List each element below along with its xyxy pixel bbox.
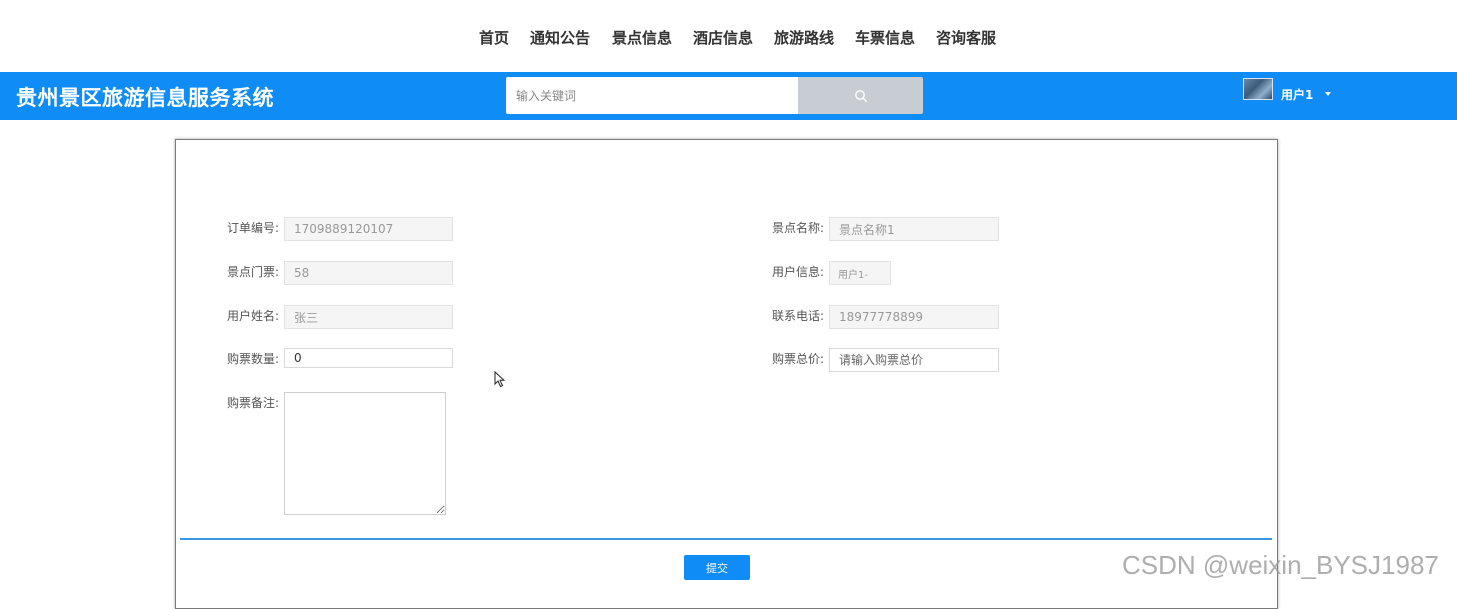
chevron-down-icon[interactable]	[1325, 92, 1331, 96]
user-fullname-label: 用户姓名:	[227, 309, 280, 323]
header-bar: 贵州景区旅游信息服务系统 用户1	[0, 72, 1457, 120]
submit-button[interactable]: 提交	[684, 555, 750, 580]
ticket-price-label: 景点门票:	[227, 265, 280, 279]
search-button[interactable]	[798, 77, 923, 114]
ticket-price-field[interactable]	[284, 261, 453, 285]
avatar[interactable]	[1243, 78, 1273, 100]
order-number-label: 订单编号:	[227, 221, 280, 235]
user-fullname-field[interactable]	[284, 305, 453, 329]
form-divider	[180, 538, 1272, 540]
watermark: CSDN @weixin_BYSJ1987	[1122, 550, 1439, 580]
mouse-pointer-icon	[494, 371, 506, 388]
scenic-name-label: 景点名称:	[772, 221, 825, 235]
scenic-name-field[interactable]	[829, 217, 999, 241]
user-name[interactable]: 用户1	[1281, 86, 1313, 103]
quantity-field[interactable]	[284, 348, 453, 368]
order-number-field[interactable]	[284, 217, 453, 241]
nav-item-notices[interactable]: 通知公告	[530, 27, 590, 48]
remark-textarea[interactable]	[284, 392, 446, 515]
nav-item-tickets[interactable]: 车票信息	[855, 27, 915, 48]
total-price-label: 购票总价:	[772, 352, 825, 366]
top-navigation: 首页 通知公告 景点信息 酒店信息 旅游路线 车票信息 咨询客服	[0, 0, 1457, 72]
nav-item-travel-routes[interactable]: 旅游路线	[774, 27, 834, 48]
total-price-field[interactable]	[829, 348, 999, 372]
phone-label: 联系电话:	[772, 309, 825, 323]
phone-field[interactable]	[829, 305, 999, 329]
search-input[interactable]	[506, 77, 799, 114]
site-title: 贵州景区旅游信息服务系统	[16, 86, 274, 110]
nav-item-hotels[interactable]: 酒店信息	[693, 27, 753, 48]
search-icon	[854, 89, 867, 102]
nav-item-customer-service[interactable]: 咨询客服	[936, 27, 996, 48]
ticket-order-form: 订单编号: 景点门票: 用户姓名: 购票数量: 购票备注: 景点名称: 用户信息…	[175, 139, 1278, 609]
quantity-label: 购票数量:	[227, 352, 280, 366]
nav-item-home[interactable]: 首页	[479, 27, 509, 48]
user-info-label: 用户信息:	[772, 265, 825, 279]
remark-label: 购票备注:	[227, 396, 280, 410]
user-info-field[interactable]	[829, 261, 891, 285]
nav-item-scenic-spots[interactable]: 景点信息	[612, 27, 672, 48]
